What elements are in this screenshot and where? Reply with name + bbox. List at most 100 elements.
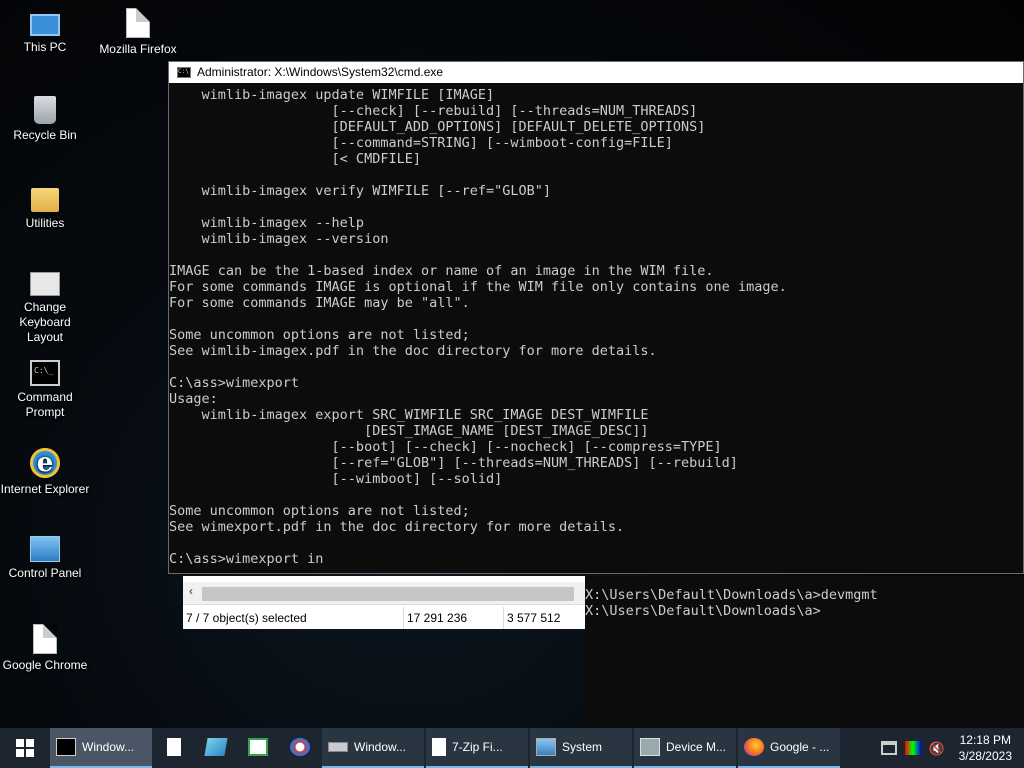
system-icon (536, 738, 556, 756)
cmd-line: See wimlib-imagex.pdf in the doc directo… (169, 343, 657, 359)
taskbar-button-7zip[interactable]: 7-Zip Fi... (426, 728, 528, 768)
cmd-line: [DEST_IMAGE_NAME [DEST_IMAGE_DESC]] (169, 423, 649, 439)
taskbar-button-label: Device M... (666, 740, 727, 754)
cmd-line: Usage: (169, 391, 218, 407)
clock-date: 3/28/2023 (958, 749, 1012, 763)
desktop-icon-label: Utilities (25, 216, 65, 230)
cmd-line: [--ref="GLOB"] [--threads=NUM_THREADS] [… (169, 455, 738, 471)
document-icon (126, 8, 150, 38)
desktop-icon-recycle-bin[interactable]: Recycle Bin (0, 96, 90, 143)
taskbar-button-windows-explorer[interactable]: Window... (322, 728, 424, 768)
cmd-line (169, 487, 1023, 503)
firefox-icon (744, 738, 764, 756)
taskbar-button-device-manager[interactable]: Device M... (634, 728, 736, 768)
display-color-icon[interactable] (904, 741, 921, 755)
cmd-line (169, 359, 1023, 375)
clock[interactable]: 12:18 PM 3/28/2023 (955, 732, 1016, 764)
cmd-window[interactable]: C:\ Administrator: X:\Windows\System32\c… (168, 61, 1024, 574)
desktop-icon-label: Command Prompt (17, 390, 73, 419)
desktop-icon-label: Google Chrome (2, 658, 88, 672)
taskbar-button-label: Window... (354, 740, 407, 754)
7zip-window-fragment[interactable]: ‹ 7 / 7 object(s) selected 17 291 236 3 … (183, 576, 585, 629)
taskbar-button-system[interactable]: System (530, 728, 632, 768)
desktop-icon-internet-explorer[interactable]: e Internet Explorer (0, 448, 90, 497)
system-tray: 🔇 12:18 PM 3/28/2023 (880, 728, 1024, 768)
book-icon (204, 738, 228, 756)
cmd-titlebar[interactable]: C:\ Administrator: X:\Windows\System32\c… (169, 62, 1023, 83)
cmd-line: wimlib-imagex --version (169, 231, 389, 247)
status-size: 17 291 236 (404, 607, 504, 629)
start-button[interactable] (0, 728, 50, 768)
volume-muted-icon[interactable]: 🔇 (929, 741, 947, 756)
cmd-line: [DEFAULT_ADD_OPTIONS] [DEFAULT_DELETE_OP… (169, 119, 706, 135)
this-pc-icon (30, 14, 60, 36)
desktop-icon-this-pc[interactable]: This PC (0, 8, 90, 55)
vertical-scrollbar[interactable] (1019, 83, 1023, 573)
document-icon (432, 738, 446, 756)
desktop-icon-control-panel[interactable]: Control Panel (0, 536, 90, 581)
taskbar-button-notepad[interactable] (238, 728, 278, 768)
control-panel-icon (30, 536, 60, 562)
cmd-line (169, 167, 1023, 183)
cmd-line (169, 247, 1023, 263)
desktop-icon-utilities[interactable]: Utilities (0, 184, 90, 231)
taskbar-button-document[interactable] (154, 728, 194, 768)
cmd-line: C:\ass>wimexport in (169, 551, 324, 567)
cmd-line: C:\ass>wimexport (169, 375, 300, 391)
cmd-line: [--command=STRING] [--wimboot-config=FIL… (169, 135, 673, 151)
cmd-line: wimlib-imagex --help (169, 215, 365, 231)
desktop-icon-label: Change Keyboard Layout (19, 300, 71, 344)
cmd-line: Some uncommon options are not listed; (169, 503, 470, 519)
command-prompt-icon: C:\_ (30, 360, 60, 386)
clock-time: 12:18 PM (959, 733, 1011, 747)
status-bar: 7 / 7 object(s) selected 17 291 236 3 57… (183, 607, 585, 629)
desktop-icon-label: Recycle Bin (13, 128, 77, 142)
chevron-left-icon[interactable]: ‹ (189, 584, 193, 598)
horizontal-scrollbar[interactable]: ‹ (183, 582, 585, 605)
recycle-bin-icon (34, 96, 56, 124)
cmd-line: wimlib-imagex export SRC_WIMFILE SRC_IMA… (169, 407, 649, 423)
window-title: Administrator: X:\Windows\System32\cmd.e… (197, 65, 444, 79)
device-manager-icon (640, 738, 660, 756)
desktop-icon-label: This PC (23, 40, 67, 54)
cmd-line: IMAGE can be the 1-based index or name o… (169, 263, 714, 279)
cmd-output[interactable]: wimlib-imagex update WIMFILE [IMAGE] [--… (169, 83, 1023, 573)
folder-icon (31, 188, 59, 212)
desktop-icon-mozilla-firefox[interactable]: Mozilla Firefox (93, 8, 183, 57)
desktop-icon-change-keyboard-layout[interactable]: Change Keyboard Layout (0, 272, 90, 345)
desktop-icon-label: Control Panel (8, 566, 82, 580)
cmd-line: wimlib-imagex verify WIMFILE [--ref="GLO… (169, 183, 552, 199)
desktop-icon-label: Internet Explorer (0, 482, 90, 496)
internet-explorer-icon: e (30, 448, 60, 478)
background-cmd-window[interactable]: X:\Users\Default\Downloads\a>devmgmt X:\U… (585, 576, 1024, 728)
desktop-icon-label: Mozilla Firefox (99, 42, 177, 56)
taskbar: Window... Window... 7-Zip Fi... System D… (0, 728, 1024, 768)
taskbar-button-cmd[interactable]: Window... (50, 728, 152, 768)
drive-icon (328, 742, 348, 752)
cmd-line (169, 535, 1023, 551)
cmd-line (169, 311, 1023, 327)
cmd-line: For some commands IMAGE is optional if t… (169, 279, 787, 295)
cmd-line: [< CMDFILE] (169, 151, 421, 167)
document-icon (167, 738, 181, 756)
cmd-icon: C:\ (177, 67, 191, 78)
desktop-icon-google-chrome[interactable]: Google Chrome (0, 624, 90, 673)
desktop-icon-command-prompt[interactable]: C:\_ Command Prompt (0, 360, 90, 420)
taskbar-button-label: System (562, 740, 603, 754)
cmd-line: Some uncommon options are not listed; (169, 327, 470, 343)
taskbar-button-paint[interactable] (280, 728, 320, 768)
taskbar-button-label: Window... (82, 740, 135, 754)
taskbar-button-book[interactable] (196, 728, 236, 768)
status-selected: 7 / 7 object(s) selected (183, 607, 404, 629)
taskbar-button-label: 7-Zip Fi... (452, 740, 503, 754)
cmd-line: [--check] [--rebuild] [--threads=NUM_THR… (169, 103, 698, 119)
taskbar-button-firefox[interactable]: Google - ... (738, 728, 840, 768)
scrollbar-thumb[interactable] (202, 587, 574, 601)
cmd-line: X:\Users\Default\Downloads\a> (585, 603, 821, 619)
cmd-line: See wimexport.pdf in the doc directory f… (169, 519, 625, 535)
taskbar-button-label: Google - ... (770, 740, 830, 754)
cmd-line: wimlib-imagex update WIMFILE [IMAGE] (169, 87, 495, 103)
cmd-line: For some commands IMAGE may be "all". (169, 295, 470, 311)
keyboard-settings-icon (30, 272, 60, 296)
network-icon[interactable] (880, 741, 897, 755)
